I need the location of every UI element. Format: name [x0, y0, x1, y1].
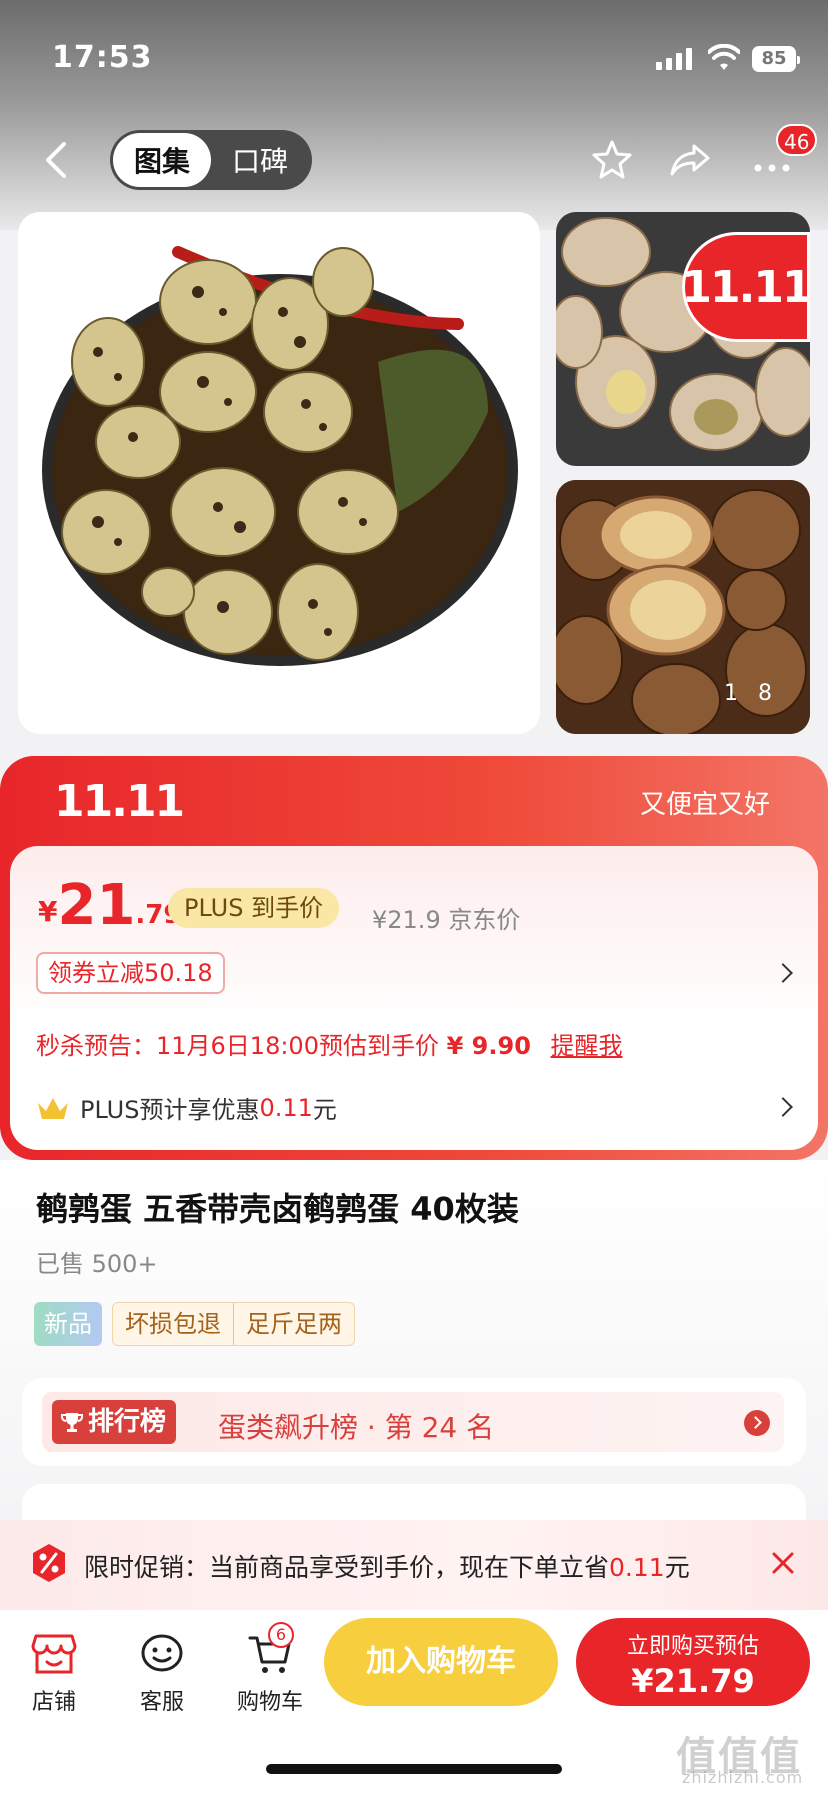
price-integer: 21: [57, 873, 136, 938]
star-favorite-icon[interactable]: [590, 138, 634, 182]
service-tag: 坏损包退: [125, 1310, 221, 1338]
limited-promo-text: 限时促销：当前商品享受到手价，现在下单立省0.11元: [84, 1548, 690, 1584]
ranking-text: 蛋类飙升榜 · 第 24 名: [218, 1411, 495, 1444]
plus-price-tag: PLUS 到手价: [168, 888, 340, 928]
wifi-icon: [708, 44, 740, 70]
buy-now-price: ¥21.79: [631, 1662, 755, 1700]
flash-sale-price: ¥ 9.90: [446, 1032, 531, 1060]
status-bar: 17:53 85: [0, 0, 828, 110]
customer-service-label: 客服: [139, 1690, 184, 1715]
product-tags: 新品 坏损包退 足斤足两: [34, 1302, 355, 1346]
plus-benefit-value: 0.11: [259, 1093, 313, 1122]
limited-promo-bar: 限时促销：当前商品享受到手价，现在下单立省0.11元: [0, 1520, 828, 1610]
buy-now-label: 立即购买预估: [626, 1634, 759, 1659]
limited-promo-label: 限时促销：当前商品享受到手价，现在下单立省: [84, 1553, 610, 1582]
tab-reviews[interactable]: 口碑: [211, 140, 309, 180]
limited-promo-unit: 元: [664, 1553, 690, 1582]
store-button[interactable]: 店铺: [14, 1632, 94, 1716]
product-title: 鹌鹑蛋 五香带壳卤鹌鹑蛋 40枚装: [36, 1190, 519, 1228]
gallery-reviews-toggle: 图集 口碑: [110, 130, 312, 190]
double11-logo-badge: 11.11: [681, 232, 810, 342]
status-time: 17:53: [52, 40, 153, 75]
coupon-button[interactable]: 领券立减50.18: [36, 952, 225, 994]
trophy-icon: [61, 1413, 83, 1432]
double11-logo: 11.11: [54, 776, 185, 827]
add-to-cart-button[interactable]: 加入购物车: [324, 1618, 558, 1706]
final-price: ¥ 21 .79: [38, 878, 181, 934]
service-tag: 足斤足两: [233, 1303, 354, 1345]
plus-benefit-row[interactable]: PLUS预计享优惠 0.11 元: [36, 1090, 337, 1125]
flash-sale-label: 秒杀预告：11月6日18:00预估到手价: [36, 1032, 439, 1060]
ranking-tag-label: 排行榜: [88, 1407, 167, 1437]
back-arrow-icon[interactable]: [38, 140, 74, 180]
gallery-thumbnail-2[interactable]: 18: [556, 480, 810, 734]
flash-sale-notice: 秒杀预告：11月6日18:00预估到手价 ¥ 9.90 提醒我: [36, 1026, 623, 1061]
main-product-image[interactable]: [18, 212, 540, 734]
ranking-tag: 排行榜: [52, 1400, 177, 1444]
jd-price: ¥21.9 京东价: [372, 906, 521, 934]
store-icon: [31, 1634, 77, 1674]
battery-indicator: 85: [752, 46, 800, 72]
store-label: 店铺: [31, 1690, 76, 1715]
remind-me-link[interactable]: 提醒我: [551, 1032, 623, 1060]
new-product-tag: 新品: [34, 1302, 102, 1346]
discount-icon: [33, 1544, 65, 1582]
quail-eggs-bowl-image: [42, 246, 518, 666]
cart-label: 购物车: [236, 1690, 303, 1715]
image-pager: 18: [724, 681, 792, 706]
buy-now-button[interactable]: 立即购买预估 ¥21.79: [576, 1618, 810, 1706]
cart-button[interactable]: 购物车: [230, 1632, 310, 1716]
watermark-url: zhizhizhi.com: [682, 1768, 804, 1787]
price-currency: ¥: [38, 895, 58, 928]
plus-benefit-unit: 元: [312, 1096, 337, 1124]
plus-benefit-label: PLUS预计享优惠: [80, 1096, 260, 1124]
sold-count: 已售 500+: [36, 1250, 158, 1278]
promo-slogan: 又便宜又好: [639, 790, 770, 820]
customer-service-button[interactable]: 客服: [122, 1632, 202, 1716]
tab-gallery[interactable]: 图集: [113, 133, 211, 187]
top-nav: 图集 口碑: [0, 128, 828, 190]
home-indicator: [266, 1764, 562, 1774]
limited-promo-value: 0.11: [609, 1553, 665, 1582]
signal-icon: [656, 48, 692, 70]
cart-count-badge: 6: [268, 1622, 294, 1648]
service-tags[interactable]: 坏损包退 足斤足两: [112, 1302, 355, 1346]
customer-service-icon: [141, 1634, 183, 1672]
close-icon[interactable]: [770, 1550, 796, 1576]
message-count-badge: 46: [776, 124, 818, 156]
crown-icon: [38, 1097, 68, 1119]
gallery-thumbnail-1[interactable]: 11.11: [556, 212, 810, 466]
ranking-arrow-icon[interactable]: [744, 1410, 770, 1436]
share-icon[interactable]: [668, 138, 712, 182]
